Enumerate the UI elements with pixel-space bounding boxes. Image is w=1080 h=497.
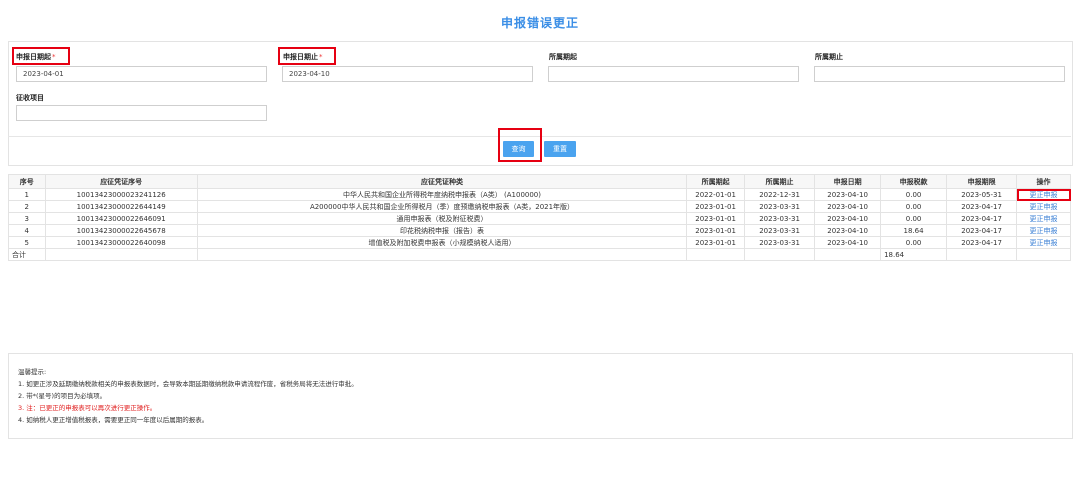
tip-line-1: 1. 如更正涉及延期缴纳税款相关的申报表数据时，会导致本期延期缴纳税款申请流程作… bbox=[18, 380, 358, 388]
cell-deadline: 2023-04-17 bbox=[946, 200, 1018, 213]
cell-deadline: 2023-04-17 bbox=[946, 212, 1018, 225]
tip-line-2: 2. 带*(星号)的项目为必填项。 bbox=[18, 392, 107, 400]
cell-voucher-no: 10013423000023241126 bbox=[44, 188, 198, 201]
cell-period-end: 2023-03-31 bbox=[744, 200, 816, 213]
table-row: 1 10013423000023241126 中华人民共和国企业所得税年度纳税申… bbox=[8, 188, 1071, 201]
cell-voucher-no: 10013423000022646091 bbox=[44, 212, 198, 225]
cell-declare-date: 2023-04-10 bbox=[814, 212, 882, 225]
table-row: 5 10013423000022640098 增值税及附加税费申报表（小规模纳税… bbox=[8, 236, 1071, 249]
cell-period-start: 2023-01-01 bbox=[686, 236, 746, 249]
correct-declaration-link[interactable]: 更正申报 bbox=[1016, 212, 1071, 225]
total-tax-amount: 18.64 bbox=[880, 248, 948, 261]
cell-index: 1 bbox=[8, 188, 46, 201]
col-voucher-no: 应征凭证序号 bbox=[44, 174, 198, 189]
cell-index: 2 bbox=[8, 200, 46, 213]
table-total-row: 合计 18.64 bbox=[8, 248, 1071, 261]
reset-button[interactable]: 重置 bbox=[544, 141, 576, 157]
page-title: 申报错误更正 bbox=[500, 16, 579, 30]
cell-tax-amount: 0.00 bbox=[880, 200, 948, 213]
cell-voucher-no: 10013423000022645678 bbox=[44, 224, 198, 237]
cell-declare-date: 2023-04-10 bbox=[814, 200, 882, 213]
col-voucher-type: 应征凭证种类 bbox=[196, 174, 688, 189]
col-action: 操作 bbox=[1016, 174, 1071, 189]
cell-deadline: 2023-04-17 bbox=[946, 236, 1018, 249]
col-period-end: 所属期止 bbox=[744, 174, 816, 189]
tip-line-4: 4. 如纳税人更正增值税报表，需要更正同一年度以后属期的报表。 bbox=[18, 416, 209, 424]
cell-period-start: 2022-01-01 bbox=[686, 188, 746, 201]
period-start-input[interactable] bbox=[548, 66, 799, 82]
cell-period-end: 2023-03-31 bbox=[744, 212, 816, 225]
cell-voucher-no: 10013423000022640098 bbox=[44, 236, 198, 249]
cell-declare-date: 2023-04-10 bbox=[814, 236, 882, 249]
cell-period-start: 2023-01-01 bbox=[686, 212, 746, 225]
cell-voucher-no: 10013423000022644149 bbox=[44, 200, 198, 213]
tax-item-label: 征收项目 bbox=[16, 94, 44, 102]
cell-tax-amount: 0.00 bbox=[880, 188, 948, 201]
total-empty bbox=[1016, 248, 1071, 261]
cell-voucher-type: 增值税及附加税费申报表（小规模纳税人适用） bbox=[196, 236, 688, 249]
total-empty bbox=[814, 248, 882, 261]
period-end-input[interactable] bbox=[814, 66, 1065, 82]
cell-tax-amount: 18.64 bbox=[880, 224, 948, 237]
correct-declaration-link[interactable]: 更正申报 bbox=[1016, 236, 1071, 249]
table-row: 3 10013423000022646091 通用申报表（税及附征税费） 202… bbox=[8, 212, 1071, 225]
cell-index: 3 bbox=[8, 212, 46, 225]
cell-tax-amount: 0.00 bbox=[880, 212, 948, 225]
cell-voucher-type: 通用申报表（税及附征税费） bbox=[196, 212, 688, 225]
period-end-label: 所属期止 bbox=[815, 53, 843, 61]
col-deadline: 申报期限 bbox=[946, 174, 1018, 189]
cell-voucher-type: 印花税纳税申报（报告）表 bbox=[196, 224, 688, 237]
table-header-row: 序号 应征凭证序号 应征凭证种类 所属期起 所属期止 申报日期 申报税款 申报期… bbox=[8, 174, 1071, 189]
correct-declaration-link[interactable]: 更正申报 bbox=[1016, 188, 1071, 201]
col-tax-amount: 申报税款 bbox=[880, 174, 948, 189]
cell-declare-date: 2023-04-10 bbox=[814, 188, 882, 201]
cell-deadline: 2023-04-17 bbox=[946, 224, 1018, 237]
query-button-highlight bbox=[498, 128, 542, 162]
cell-deadline: 2023-05-31 bbox=[946, 188, 1018, 201]
end-date-input[interactable]: 2023-04-10 bbox=[282, 66, 533, 82]
tips-heading: 温馨提示: bbox=[18, 368, 47, 376]
tip-line-3: 3. 注：已更正的申报表可以再次进行更正操作。 bbox=[18, 404, 157, 412]
cell-tax-amount: 0.00 bbox=[880, 236, 948, 249]
tax-item-input[interactable] bbox=[16, 105, 267, 121]
total-empty bbox=[44, 248, 198, 261]
tips-panel: 温馨提示: 1. 如更正涉及延期缴纳税款相关的申报表数据时，会导致本期延期缴纳税… bbox=[8, 353, 1073, 439]
total-empty bbox=[196, 248, 688, 261]
col-index: 序号 bbox=[8, 174, 46, 189]
cell-period-start: 2023-01-01 bbox=[686, 200, 746, 213]
table-row: 2 10013423000022644149 A200000中华人民共和国企业所… bbox=[8, 200, 1071, 213]
start-date-highlight bbox=[12, 47, 70, 65]
results-table: 序号 应征凭证序号 应征凭证种类 所属期起 所属期止 申报日期 申报税款 申报期… bbox=[8, 174, 1071, 261]
start-date-input[interactable]: 2023-04-01 bbox=[16, 66, 267, 82]
cell-index: 4 bbox=[8, 224, 46, 237]
cell-period-end: 2023-03-31 bbox=[744, 236, 816, 249]
cell-index: 5 bbox=[8, 236, 46, 249]
table-row: 4 10013423000022645678 印花税纳税申报（报告）表 2023… bbox=[8, 224, 1071, 237]
cell-voucher-type: A200000中华人民共和国企业所得税月（季）度预缴纳税申报表（A类，2021年… bbox=[196, 200, 688, 213]
total-empty bbox=[946, 248, 1018, 261]
correct-declaration-link[interactable]: 更正申报 bbox=[1016, 224, 1071, 237]
cell-period-start: 2023-01-01 bbox=[686, 224, 746, 237]
cell-declare-date: 2023-04-10 bbox=[814, 224, 882, 237]
correct-declaration-link[interactable]: 更正申报 bbox=[1016, 200, 1071, 213]
cell-period-end: 2022-12-31 bbox=[744, 188, 816, 201]
total-empty bbox=[686, 248, 746, 261]
total-empty bbox=[744, 248, 816, 261]
col-declare-date: 申报日期 bbox=[814, 174, 882, 189]
col-period-start: 所属期起 bbox=[686, 174, 746, 189]
cell-period-end: 2023-03-31 bbox=[744, 224, 816, 237]
cell-voucher-type: 中华人民共和国企业所得税年度纳税申报表（A类） (A100000) bbox=[196, 188, 688, 201]
period-start-label: 所属期起 bbox=[549, 53, 577, 61]
end-date-highlight bbox=[278, 47, 336, 65]
total-label: 合计 bbox=[8, 248, 46, 261]
